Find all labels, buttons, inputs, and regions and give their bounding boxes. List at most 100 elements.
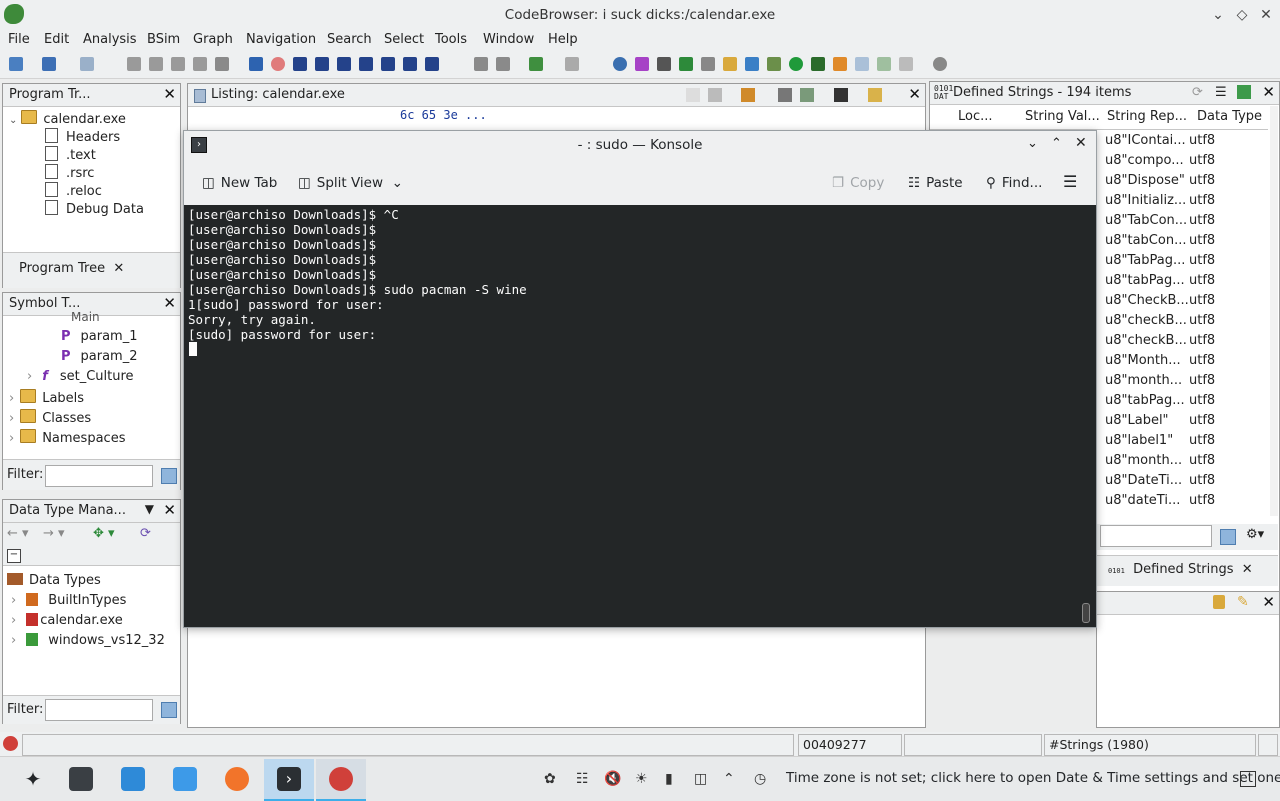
tree-root-calendar[interactable]: ⌄ calendar.exe [9, 110, 126, 127]
tree-item-debug-data[interactable]: Debug Data [45, 200, 144, 217]
list-icon[interactable]: ☰ [1215, 85, 1227, 100]
nav-icon-3[interactable] [171, 57, 185, 71]
nav-icon-1[interactable] [127, 57, 141, 71]
device-tray-icon[interactable]: ▮ [665, 771, 673, 787]
menu-navigation[interactable]: Navigation [246, 32, 316, 47]
minimize-button[interactable]: ⌄ [1209, 6, 1227, 24]
tab-program-tree[interactable]: Program Tree ✕ [19, 261, 124, 276]
konsole-minimize-button[interactable]: ⌄ [1027, 136, 1038, 151]
tool-icon-1[interactable] [474, 57, 488, 71]
tree-item-headers[interactable]: Headers [45, 128, 120, 145]
table-row[interactable]: u8"compo... utf8 [1100, 151, 1270, 171]
menu-graph[interactable]: Graph [193, 32, 233, 47]
clock-tray-icon[interactable]: ◷ [754, 771, 766, 787]
table-row[interactable]: u8"Label" utf8 [1100, 411, 1270, 431]
task-ghidra[interactable] [316, 759, 366, 801]
tree-item-windows-vs12[interactable]: › windows_vs12_32 [11, 633, 165, 648]
tab-defined-strings[interactable]: 0101 Defined Strings ✕ [1108, 562, 1253, 577]
listing-options-icon[interactable] [868, 88, 882, 102]
konsole-maximize-button[interactable]: ⌃ [1051, 136, 1062, 151]
function-icon[interactable] [381, 57, 395, 71]
table-row[interactable]: u8"Month... utf8 [1100, 351, 1270, 371]
export-icon[interactable] [679, 57, 693, 71]
tree-item-labels[interactable]: › Labels [9, 389, 84, 406]
run-icon[interactable] [789, 57, 803, 71]
tree-item-reloc[interactable]: .reloc [45, 182, 102, 199]
help-icon[interactable] [933, 57, 947, 71]
clipboard-tray-icon[interactable]: ☷ [576, 771, 589, 787]
dtm-filter-input[interactable] [45, 699, 153, 721]
column-location[interactable]: Loc... [958, 109, 993, 124]
table-icon[interactable] [855, 57, 869, 71]
graph-icon[interactable] [767, 57, 781, 71]
folder-icon[interactable] [723, 57, 737, 71]
app-launcher-button[interactable]: ✦ [8, 759, 58, 799]
table-row[interactable]: u8"month... utf8 [1100, 451, 1270, 471]
menu-help[interactable]: Help [548, 32, 578, 47]
instruction-icon[interactable] [315, 57, 329, 71]
menu-search[interactable]: Search [327, 32, 372, 47]
nav-icon-5[interactable] [215, 57, 229, 71]
find-button[interactable]: ⚲ Find... [986, 175, 1042, 191]
table-row[interactable]: u8"Dispose" utf8 [1100, 171, 1270, 191]
table-row[interactable]: u8"CheckB... utf8 [1100, 291, 1270, 311]
dtm-back-icon[interactable]: ← ▾ [7, 526, 29, 541]
column-settings-icon[interactable]: ⚙▾ [1246, 527, 1264, 542]
bytes-icon[interactable] [425, 57, 439, 71]
program-tree-close-icon[interactable]: ✕ [163, 85, 176, 103]
strings-filter-input[interactable] [1100, 525, 1212, 547]
konsole-close-button[interactable]: ✕ [1075, 135, 1087, 151]
table-row[interactable]: u8"tabCon... utf8 [1100, 231, 1270, 251]
table-row[interactable]: u8"label1" utf8 [1100, 431, 1270, 451]
dtm-collapse-icon[interactable]: − [7, 549, 21, 563]
check-icon[interactable] [635, 57, 649, 71]
task-settings[interactable] [56, 759, 106, 799]
split-view-button[interactable]: ◫ Split View ⌄ [298, 175, 403, 191]
bookmark-icon[interactable] [701, 57, 715, 71]
volume-muted-tray-icon[interactable]: 🔇 [604, 771, 621, 787]
menu-file[interactable]: File [8, 32, 30, 47]
filter-options-icon[interactable] [161, 468, 177, 484]
symbol-filter-input[interactable] [45, 465, 153, 487]
script-icon[interactable] [745, 57, 759, 71]
strings-scrollbar[interactable] [1270, 106, 1278, 516]
menu-window[interactable]: Window [483, 32, 534, 47]
tree-icon[interactable] [899, 57, 913, 71]
dropdown-icon[interactable]: ▼ [145, 502, 154, 516]
globe-icon[interactable] [613, 57, 627, 71]
tree-item-set-culture[interactable]: › f set_Culture [27, 369, 134, 384]
forward-icon[interactable] [80, 57, 94, 71]
terminal-area[interactable]: [user@archiso Downloads]$ ^C [user@archi… [184, 205, 1096, 627]
menu-tools[interactable]: Tools [435, 32, 467, 47]
close-button[interactable]: ✕ [1257, 6, 1275, 24]
select-icon[interactable] [1237, 85, 1251, 99]
redo-icon[interactable] [565, 57, 579, 71]
edit-icon[interactable]: ✎ [1237, 594, 1249, 610]
stop-icon[interactable] [271, 57, 285, 71]
memory-icon[interactable] [811, 57, 825, 71]
listing-cursor-icon[interactable] [741, 88, 755, 102]
task-dolphin[interactable] [160, 759, 210, 799]
filter-options-icon[interactable] [161, 702, 177, 718]
table-row[interactable]: u8"checkB... utf8 [1100, 311, 1270, 331]
listing-copy-icon[interactable] [686, 88, 700, 102]
menu-select[interactable]: Select [384, 32, 424, 47]
column-string-rep[interactable]: String Rep... [1107, 109, 1187, 124]
column-data-type[interactable]: Data Type [1197, 109, 1262, 124]
tree-item-param-1[interactable]: Pparam_1 [61, 329, 138, 344]
lock-icon[interactable] [1213, 595, 1225, 609]
task-discover[interactable] [108, 759, 158, 799]
listing-format-icon[interactable] [778, 88, 792, 102]
display-tray-icon[interactable]: ◫ [694, 771, 707, 787]
column-string-value[interactable]: String Val... [1025, 109, 1100, 124]
nav-icon-4[interactable] [193, 57, 207, 71]
undefined-icon[interactable] [337, 57, 351, 71]
paste-button[interactable]: ☷ Paste [908, 175, 963, 191]
refresh-icon[interactable]: ⟳ [1192, 85, 1203, 100]
nav-icon-2[interactable] [149, 57, 163, 71]
listing-close-icon[interactable]: ✕ [908, 85, 921, 103]
label-icon[interactable] [359, 57, 373, 71]
table-row[interactable]: u8"tabPag... utf8 [1100, 271, 1270, 291]
tree-item-main[interactable]: Main [71, 310, 100, 324]
table-row[interactable]: u8"month... utf8 [1100, 371, 1270, 391]
